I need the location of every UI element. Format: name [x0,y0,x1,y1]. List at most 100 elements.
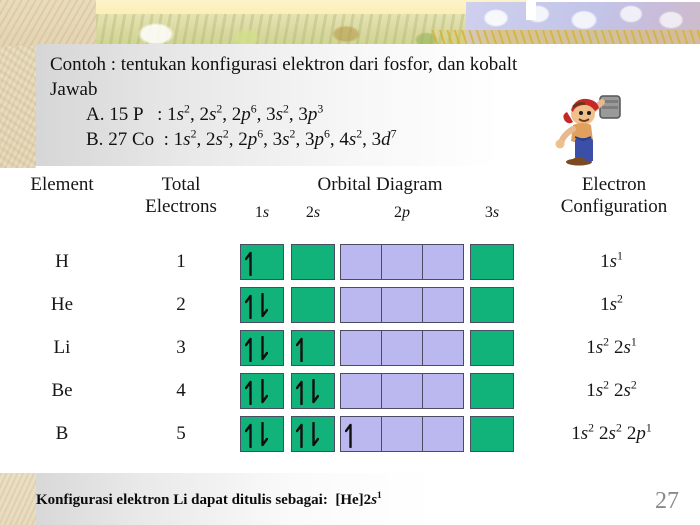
orbital-box-2p-2 [381,373,423,409]
footer-notation: [He]2s1 [335,491,382,508]
orbital-box-2p-3 [422,244,464,280]
answer-b-sep: : [163,129,169,150]
orbital-box-2s [291,373,335,409]
orbital-box-2s [291,416,335,452]
table-row: B 5 1s2 2s2 2p1 [0,412,700,455]
orbital-label-1s: 1s [254,204,270,221]
answer-a-sep: : [157,104,163,125]
electron-arrows [382,245,426,281]
header-element: Element [30,174,94,195]
cell-total-electrons: 4 [176,380,186,401]
header-total-electrons: Total Electrons [122,174,240,218]
orbital-box-1s [240,330,284,366]
header-config-line1: Electron [581,174,647,195]
cell-electron-configuration: 1s2 2s2 [586,378,637,401]
orbital-box-2p-2 [381,330,423,366]
orbital-box-3s [470,244,514,280]
footer-note-text: Konfigurasi elektron Li dapat ditulis se… [36,492,328,508]
answer-b-marker: B. [86,129,104,150]
orbital-box-2p-3 [422,287,464,323]
orbital-box-1s [240,244,284,280]
table-row: H 1 1s1 [0,240,700,283]
electron-arrows [423,288,467,324]
answer-b-configuration: 1s2, 2s2, 2p6, 3s2, 3p6, 4s2, 3d7 [173,127,397,150]
electron-arrows [423,374,467,410]
table-header-row: Element Total Electrons Orbital Diagram … [0,168,700,238]
electron-arrows [382,417,426,453]
orbital-box-1s [240,287,284,323]
electron-arrows [471,288,517,324]
electron-arrows [471,417,517,453]
electron-arrows [341,288,385,324]
cell-total-electrons: 1 [176,251,186,272]
electron-arrows [292,331,338,367]
electron-arrows [423,245,467,281]
cell-electron-configuration: 1s2 2s2 2p1 [571,421,652,444]
orbital-box-2p-1 [340,287,382,323]
orbital-label-2p: 2p [394,204,410,221]
electron-arrows [292,245,338,281]
electron-arrows [423,331,467,367]
electron-arrows [382,331,426,367]
cell-element: Be [51,380,73,401]
table-row: Li 3 1s2 2s1 [0,326,700,369]
page-number: 27 [655,488,679,514]
electron-arrows [241,417,287,453]
orbital-box-2p-1 [340,244,382,280]
orbital-box-3s [470,373,514,409]
banner-white-notch [526,0,536,20]
electron-arrows [423,417,467,453]
orbital-box-2p-3 [422,373,464,409]
orbital-box-2p-3 [422,330,464,366]
electron-arrows [241,374,287,410]
orbital-label-3s: 3s [484,204,500,221]
intro-prompt: Contoh : tentukan konfigurasi elektron d… [50,54,518,75]
electron-arrows [292,288,338,324]
orbital-label-2s: 2s [305,204,321,221]
orbital-table: Element Total Electrons Orbital Diagram … [0,168,700,473]
orbital-box-2p-1 [340,373,382,409]
electron-arrows [241,245,287,281]
cell-total-electrons: 3 [176,337,186,358]
electron-arrows [241,331,287,367]
orbital-box-2s [291,244,335,280]
cell-element: B [55,423,69,444]
cell-element: Li [53,337,71,358]
electron-arrows [382,374,426,410]
orbital-box-1s [240,373,284,409]
electron-arrows [471,245,517,281]
table-row: Be 4 1s2 2s2 [0,369,700,412]
cell-total-electrons: 5 [176,423,186,444]
cell-electron-configuration: 1s1 [600,249,623,272]
orbital-box-2p-2 [381,416,423,452]
orbital-box-2p-1 [340,330,382,366]
footer-note: Konfigurasi elektron Li dapat ditulis se… [36,491,382,509]
cell-element: He [50,294,74,315]
answer-a-element: 15 P [109,104,143,125]
footer-texture-strip [0,473,36,525]
cell-element: H [55,251,69,272]
orbital-box-2s [291,330,335,366]
orbital-box-2p-2 [381,244,423,280]
orbital-box-3s [470,287,514,323]
header-total-line2: Electrons [145,196,217,217]
answer-a-marker: A. [86,104,105,125]
orbital-box-1s [240,416,284,452]
answer-b-element: 27 Co [108,129,155,150]
electron-arrows [382,288,426,324]
slide-canvas: Contoh : tentukan konfigurasi elektron d… [0,0,700,525]
orbital-box-3s [470,330,514,366]
orbital-box-2p-1 [340,416,382,452]
answer-a-configuration: 1s2, 2s2, 2p6, 3s2, 3p3 [167,102,324,125]
electron-arrows [471,374,517,410]
header-electron-configuration: Electron Configuration [530,174,698,218]
cartoon-worker-icon [545,88,625,168]
electron-arrows [241,288,287,324]
electron-arrows [341,331,385,367]
cell-electron-configuration: 1s2 [600,292,623,315]
electron-arrows [292,374,338,410]
electron-arrows [341,417,385,453]
electron-arrows [471,331,517,367]
orbital-box-2p-3 [422,416,464,452]
electron-arrows [341,245,385,281]
